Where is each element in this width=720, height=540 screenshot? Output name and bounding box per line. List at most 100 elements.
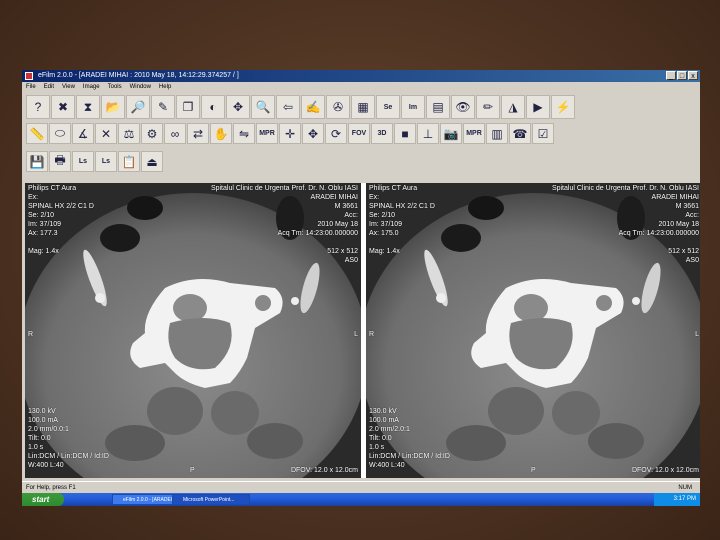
cine-tool-button[interactable]: ⚡: [551, 95, 575, 119]
overlay-bottom-left-line: 100.0 mA: [28, 417, 58, 424]
menu-item-image[interactable]: Image: [83, 84, 100, 90]
close-button[interactable]: x: [688, 71, 698, 80]
calibrate-button[interactable]: ⚙: [141, 123, 163, 144]
move-button[interactable]: ✥: [302, 123, 324, 144]
hand-button[interactable]: ✋: [210, 123, 232, 144]
black-square-button[interactable]: ■: [394, 123, 416, 144]
export-icon: ✎: [157, 100, 169, 114]
eye-button[interactable]: 👁: [451, 95, 475, 119]
crosshair-button[interactable]: ✛: [279, 123, 301, 144]
magnifier-open-button[interactable]: 🔎: [126, 95, 150, 119]
menu-item-view[interactable]: View: [62, 84, 75, 90]
back-arrow-icon: ⇦: [282, 100, 294, 114]
help-pointer-icon: ?: [34, 100, 42, 114]
minimize-button[interactable]: _: [666, 71, 676, 80]
ct-axial-image: [366, 183, 700, 478]
image-layout-button[interactable]: Im: [401, 95, 425, 119]
fov-button[interactable]: FOV: [348, 123, 370, 144]
sync-button[interactable]: ⇄: [187, 123, 209, 144]
print-preview-button[interactable]: 🖶: [49, 151, 71, 172]
overlay-bottom-left-line: 130.0 kV: [28, 408, 56, 415]
ellipse-roi-button[interactable]: ⬭: [49, 123, 71, 144]
ellipse-roi-icon: ⬭: [54, 126, 66, 140]
maximize-button[interactable]: □: [677, 71, 687, 80]
flip-button[interactable]: ⇋: [233, 123, 255, 144]
menu-item-window[interactable]: Window: [130, 84, 151, 90]
3d-button[interactable]: 3D: [371, 123, 393, 144]
angle-button[interactable]: ∡: [72, 123, 94, 144]
delete-measure-icon: ✕: [100, 126, 112, 141]
exit-button[interactable]: ⏏: [141, 151, 163, 172]
mpr2-button[interactable]: MPR: [463, 123, 485, 144]
series-layout-button[interactable]: Se: [376, 95, 400, 119]
overlay-top-left-line: Ex:: [369, 194, 380, 201]
hourglass-button[interactable]: ⧗: [76, 95, 100, 119]
toolbar-row-3: 💾 🖶 Ls Ls 📋 ⏏: [26, 151, 163, 172]
edit-pencil-button[interactable]: ✏: [476, 95, 500, 119]
ls-right-button[interactable]: Ls: [95, 151, 117, 172]
close-study-button[interactable]: ✖: [51, 95, 75, 119]
back-arrow-button[interactable]: ⇦: [276, 95, 300, 119]
zoom-icon: 🔍: [255, 100, 271, 114]
window-level-button[interactable]: ◐: [201, 95, 225, 119]
check-button[interactable]: ☑: [532, 123, 554, 144]
cobb-angle-button[interactable]: ⚖: [118, 123, 140, 144]
open-study-button[interactable]: 📂: [101, 95, 125, 119]
menu-item-tools[interactable]: Tools: [108, 84, 122, 90]
start-button[interactable]: start: [22, 493, 64, 506]
overlay-bottom-left-line: 1.0 s: [369, 444, 385, 451]
print-preview-icon: 🖶: [54, 153, 66, 167]
pan-button[interactable]: ✥: [226, 95, 250, 119]
histogram-button[interactable]: ▥: [486, 123, 508, 144]
overlay-bottom-left-line: 1.0 s: [28, 444, 44, 451]
orientation-left-marker: R: [28, 331, 34, 338]
stack-button[interactable]: ❐: [176, 95, 200, 119]
viewport-right[interactable]: Philips CT Aura Ex: SPINAL HX 2/2 C1 D Se: …: [366, 183, 700, 478]
crosshair-icon: ✛: [284, 126, 296, 141]
report-button[interactable]: 📋: [118, 151, 140, 172]
axes-button[interactable]: ⊥: [417, 123, 439, 144]
menu-bar: File Edit View Image Tools Window Help: [22, 82, 700, 92]
save-button[interactable]: 💾: [26, 151, 48, 172]
pan-icon: ✥: [232, 100, 244, 114]
rotate-button[interactable]: ⟳: [325, 123, 347, 144]
angle-icon: ∡: [77, 126, 89, 141]
ruler-button[interactable]: 📏: [26, 123, 48, 144]
shutter-button[interactable]: ◮: [501, 95, 525, 119]
ct-axial-image: [25, 183, 361, 478]
system-tray-clock: 3:17 PM: [654, 493, 700, 506]
3d-icon: 3D: [377, 130, 387, 137]
cine-tool-icon: ⚡: [555, 100, 571, 114]
phone-icon: ☎: [512, 126, 528, 141]
camera-button[interactable]: 📷: [440, 123, 462, 144]
window-titlebar[interactable]: eFilm 2.0.0 - [ARADEI MIHAI : 2010 May 1…: [22, 70, 700, 82]
link-series-button[interactable]: ∞: [164, 123, 186, 144]
overlay-top-left-line: Philips CT Aura: [369, 185, 418, 192]
viewport-left[interactable]: Philips CT Aura Ex: SPINAL HX 2/2 C1 D Se: …: [25, 183, 361, 478]
tile-button[interactable]: ▤: [426, 95, 450, 119]
overlay-bottom-left-line: 2.0 mm/0.0:1: [28, 426, 69, 433]
annotate-button[interactable]: ✍: [301, 95, 325, 119]
zoom-button[interactable]: 🔍: [251, 95, 275, 119]
mpr-button[interactable]: MPR: [256, 123, 278, 144]
overlay-bottom-left-line: 100.0 mA: [369, 417, 399, 424]
layout-grid-button[interactable]: ▦: [351, 95, 375, 119]
phone-button[interactable]: ☎: [509, 123, 531, 144]
task-powerpoint[interactable]: Microsoft PowerPoint...: [172, 494, 250, 505]
film-reel-button[interactable]: ✇: [326, 95, 350, 119]
overlay-top-left-line: Ax: 177.3: [28, 230, 58, 237]
layout-grid-icon: ▦: [357, 100, 369, 114]
menu-item-help[interactable]: Help: [159, 84, 171, 90]
ls-left-button[interactable]: Ls: [72, 151, 94, 172]
overlay-bottom-left-line: Lin:DCM / Lin:DCM / Id:ID: [28, 453, 109, 460]
help-pointer-button[interactable]: ?: [26, 95, 50, 119]
cine-play-button[interactable]: ▶: [526, 95, 550, 119]
overlay-top-left-line: Se: 2/10: [369, 212, 396, 219]
menu-item-file[interactable]: File: [26, 84, 36, 90]
delete-measure-button[interactable]: ✕: [95, 123, 117, 144]
overlay-dfov: DFOV: 12.0 x 12.0cm: [631, 467, 699, 474]
menu-item-edit[interactable]: Edit: [44, 84, 54, 90]
close-study-icon: ✖: [57, 100, 69, 114]
overlay-top-left-line: Im: 37/109: [369, 221, 403, 228]
export-button[interactable]: ✎: [151, 95, 175, 119]
